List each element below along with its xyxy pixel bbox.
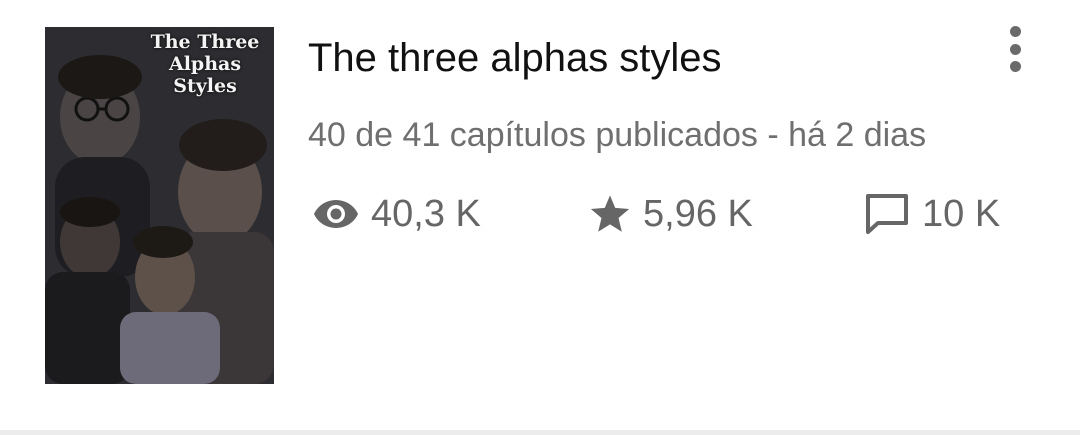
story-title[interactable]: The three alphas styles (308, 33, 722, 83)
comment-icon (864, 193, 910, 235)
votes-count: 5,96 K (643, 193, 753, 235)
cover-title: The Three Alphas Styles (150, 31, 260, 97)
list-divider (0, 430, 1080, 435)
more-vertical-icon (1009, 26, 1021, 37)
reads-stat: 40,3 K (313, 191, 481, 237)
more-options-button[interactable] (995, 24, 1035, 74)
comments-count: 10 K (922, 193, 1001, 235)
star-icon (589, 194, 631, 234)
eye-icon (313, 198, 359, 230)
more-vertical-icon-dot (1009, 61, 1021, 72)
votes-stat: 5,96 K (589, 191, 753, 237)
story-cover-image[interactable]: The Three Alphas Styles (45, 27, 274, 384)
reads-count: 40,3 K (371, 193, 481, 235)
story-card[interactable]: The Three Alphas Styles The three alphas… (0, 0, 1080, 432)
more-vertical-icon-dot (1009, 43, 1021, 55)
story-publish-info: 40 de 41 capítulos publicados - há 2 dia… (308, 116, 927, 154)
comments-stat: 10 K (864, 191, 1000, 237)
